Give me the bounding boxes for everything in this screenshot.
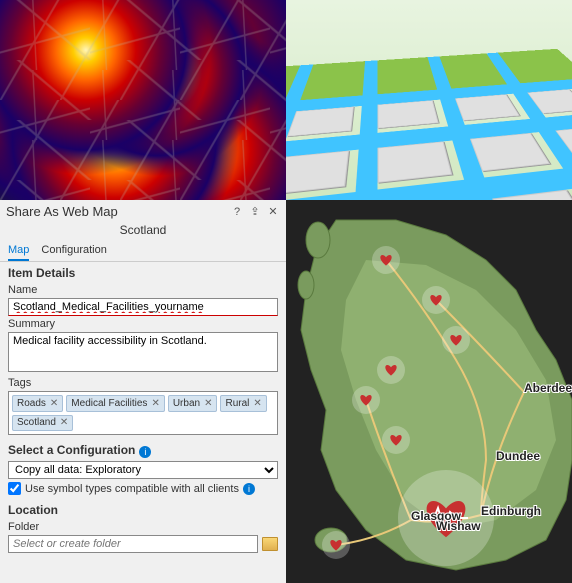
dialog-subtitle: Scotland [0,223,286,239]
compat-checkbox-label: Use symbol types compatible with all cli… [25,483,239,495]
location-section: Location Folder [0,499,286,557]
tag-rural: Rural✕ [220,395,266,412]
dialog-header: Share As Web Map ? ⇪ ✕ [0,200,286,223]
city-label-edinburgh: Edinburgh [481,504,541,518]
tab-map[interactable]: Map [8,241,29,261]
location-heading: Location [8,503,278,517]
tag-roads: Roads✕ [12,395,63,412]
info-icon[interactable]: i [243,483,255,495]
city-label-dundee: Dundee [496,449,540,463]
tag-scotland: Scotland✕ [12,415,73,432]
dialog-tabs: Map Configuration [0,239,286,262]
folder-label: Folder [8,521,278,533]
tag-remove-icon[interactable]: ✕ [50,398,58,409]
configuration-heading: Select a Configuration [8,443,135,457]
tag-remove-icon[interactable]: ✕ [151,398,159,409]
summary-label: Summary [8,318,278,330]
configuration-section: Select a Configuration i Copy all data: … [0,439,286,499]
tags-label: Tags [8,377,278,389]
item-details-heading: Item Details [8,266,278,280]
name-input[interactable] [8,298,278,316]
scotland-map-view[interactable]: AberdeenDundeeEdinburghGlasgowWishaw [286,200,572,583]
tag-urban: Urban✕ [168,395,218,412]
summary-input[interactable] [8,332,278,372]
tag-remove-icon[interactable]: ✕ [204,398,212,409]
compat-checkbox-row[interactable]: Use symbol types compatible with all cli… [8,482,278,495]
configuration-select[interactable]: Copy all data: Exploratory [8,461,278,479]
dialog-title: Share As Web Map [6,204,226,219]
folder-input[interactable] [8,535,258,553]
city-3d-view[interactable] [286,0,572,200]
help-icon[interactable]: ? [230,205,244,219]
heatmap-view[interactable] [0,0,286,200]
folder-browse-icon[interactable] [262,537,278,551]
compat-checkbox[interactable] [8,482,21,495]
info-icon[interactable]: i [139,446,151,458]
city-label-aberdeen: Aberdeen [524,381,572,395]
close-icon[interactable]: ✕ [266,205,280,219]
city-label-wishaw: Wishaw [436,519,481,533]
pin-icon[interactable]: ⇪ [248,205,262,219]
tags-input[interactable]: Roads✕Medical Facilities✕Urban✕Rural✕ Sco… [8,391,278,435]
tag-remove-icon[interactable]: ✕ [60,417,68,428]
tag-medical-facilities: Medical Facilities✕ [66,395,165,412]
tag-remove-icon[interactable]: ✕ [253,398,261,409]
name-label: Name [8,284,278,296]
tab-configuration[interactable]: Configuration [41,241,106,261]
item-details-section: Item Details Name Summary Tags Roads✕Med… [0,262,286,439]
share-web-map-dialog: Share As Web Map ? ⇪ ✕ Scotland Map Conf… [0,200,286,583]
